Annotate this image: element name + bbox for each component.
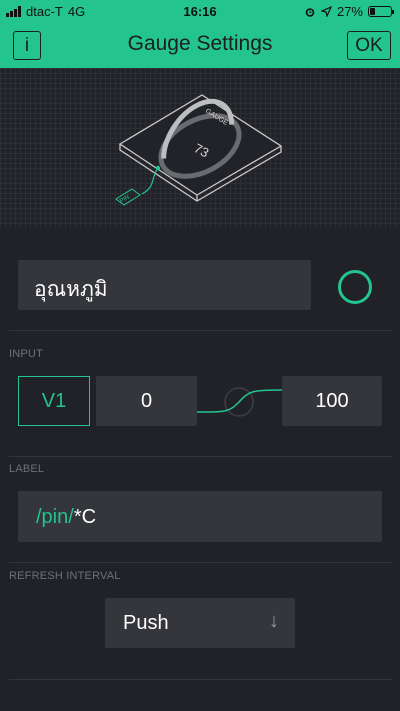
- arrow-down-icon: ↓: [269, 610, 279, 632]
- refresh-interval-value: Push: [123, 612, 169, 634]
- refresh-interval-dropdown[interactable]: Push ↓: [105, 598, 295, 648]
- gauge-widget-illustration: 73 GAUGE PIN: [115, 94, 283, 206]
- input-section-label: INPUT: [9, 348, 43, 360]
- status-bar: dtac-T 4G 16:16 27%: [0, 0, 400, 22]
- divider: [9, 562, 392, 563]
- alarm-icon: [305, 7, 315, 17]
- divider: [9, 330, 392, 331]
- battery-level-fill: [370, 8, 376, 15]
- color-picker-button[interactable]: [338, 270, 372, 304]
- battery-icon: [368, 6, 394, 17]
- widget-preview: 73 GAUGE PIN: [0, 68, 400, 228]
- divider: [9, 456, 392, 457]
- page-title: Gauge Settings: [127, 32, 273, 55]
- label-pin-token: /pin/: [36, 506, 74, 528]
- refresh-interval-section-label: REFRESH INTERVAL: [9, 570, 121, 582]
- header-bar: i Gauge Settings OK: [0, 22, 400, 68]
- ok-button[interactable]: OK: [347, 31, 391, 60]
- mapping-curve-icon: [197, 387, 282, 417]
- pin-select-button[interactable]: V1: [18, 376, 90, 426]
- max-value-input[interactable]: 100: [282, 376, 382, 426]
- location-arrow-icon: [320, 6, 332, 17]
- widget-name-input[interactable]: อุณหภูมิ: [18, 260, 311, 310]
- label-suffix-text: *C: [73, 506, 97, 528]
- label-input[interactable]: /pin/*C: [18, 491, 382, 542]
- label-section-label: LABEL: [9, 463, 45, 475]
- divider: [9, 679, 392, 680]
- min-value-input[interactable]: 0: [96, 376, 197, 426]
- battery-percent: 27%: [336, 4, 363, 19]
